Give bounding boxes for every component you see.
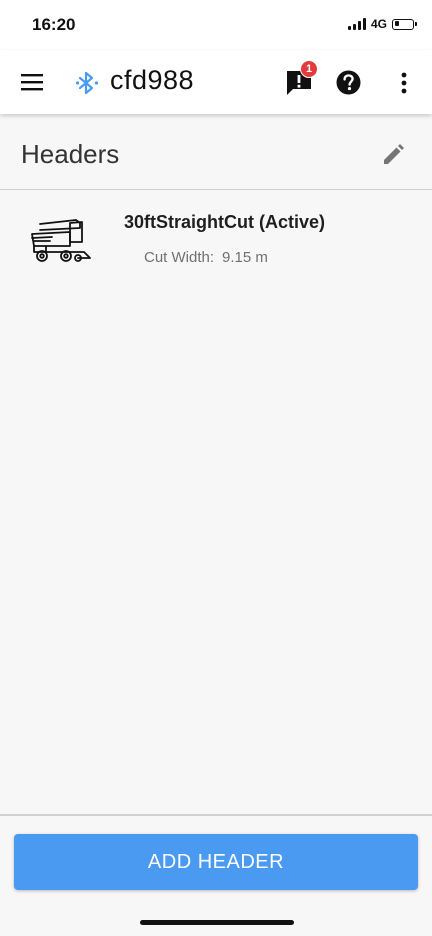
hamburger-menu-icon xyxy=(21,74,43,91)
cut-width-value: 9.15 m xyxy=(222,249,268,266)
app-title: cfd988 xyxy=(110,65,195,95)
status-bar: 16:20 4G xyxy=(0,0,432,50)
cut-width-detail: Cut Width: 9.15 m xyxy=(144,249,268,266)
section-header: Headers xyxy=(0,114,432,190)
signal-icon xyxy=(347,18,366,30)
alert-badge: 1 xyxy=(300,60,318,78)
add-header-button[interactable]: ADD HEADER xyxy=(14,834,418,890)
status-time: 16:20 xyxy=(32,15,76,34)
app-bar: cfd988 1 xyxy=(0,50,432,114)
combine-harvester-icon xyxy=(31,219,91,262)
more-vert-icon[interactable] xyxy=(392,70,416,96)
battery-icon xyxy=(392,18,417,30)
network-label: 4G xyxy=(370,17,387,31)
header-name: 30ftStraightCut (Active) xyxy=(124,212,326,232)
footer-divider xyxy=(0,814,432,816)
help-button[interactable] xyxy=(336,70,361,95)
cut-width-label: Cut Width: xyxy=(144,249,215,266)
status-indicators: 4G xyxy=(347,17,417,31)
menu-button[interactable] xyxy=(18,68,46,96)
pencil-icon xyxy=(384,144,404,164)
section-title: Headers xyxy=(21,139,120,169)
battery-level xyxy=(394,21,399,26)
bluetooth-icon xyxy=(75,71,99,95)
home-indicator[interactable] xyxy=(140,920,294,925)
edit-button[interactable] xyxy=(380,142,406,168)
